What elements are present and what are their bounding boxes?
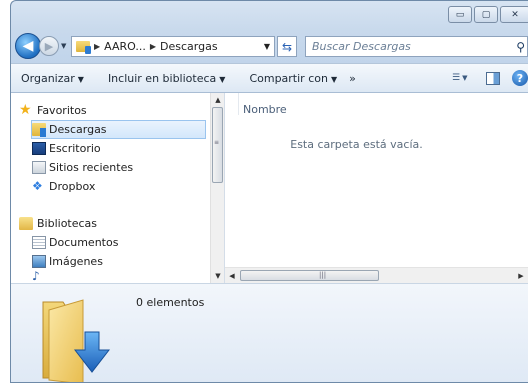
search-input[interactable]: Buscar Descargas ⚲ — [305, 36, 528, 57]
chevron-right-icon[interactable]: ▶ — [150, 42, 156, 51]
libraries-icon — [19, 217, 33, 230]
documents-icon — [32, 236, 46, 249]
nav-item-sitios-recientes[interactable]: Sitios recientes — [11, 158, 211, 177]
downloads-folder-icon — [42, 299, 111, 382]
h-scroll-thumb[interactable]: ||| — [240, 270, 379, 281]
nav-item-imagenes[interactable]: Imágenes — [11, 252, 211, 271]
include-in-library-menu[interactable]: Incluir en biblioteca ▼ — [98, 72, 226, 85]
column-header-name[interactable]: Nombre — [243, 103, 287, 116]
details-pane: 0 elementos — [11, 283, 528, 382]
chevron-down-icon: ▼ — [462, 74, 468, 82]
include-in-library-label: Incluir en biblioteca — [107, 71, 217, 85]
address-bar[interactable]: ▶ AARO... ▶ Descargas ▼ — [71, 36, 275, 57]
chevron-down-icon: ▼ — [330, 74, 338, 84]
music-icon: ♪ — [32, 271, 40, 281]
breadcrumb-current[interactable]: Descargas — [160, 40, 218, 53]
nav-item-label: Dropbox — [49, 180, 96, 193]
back-button[interactable]: ◀ — [15, 33, 41, 59]
forward-button[interactable]: ▶ — [39, 36, 59, 56]
chevron-down-icon[interactable]: ▼ — [260, 42, 274, 51]
nav-item-label: Documentos — [49, 236, 119, 249]
chevron-right-icon[interactable]: ▶ — [94, 42, 100, 51]
nav-item-label: Descargas — [49, 123, 107, 136]
view-controls: ☰ ▼ ? — [452, 70, 528, 86]
navigation-tree: ★ Favoritos Descargas Escritorio Sitios … — [11, 101, 211, 281]
maximize-button[interactable]: ▢ — [474, 6, 498, 23]
scroll-down-arrow-icon[interactable]: ▼ — [211, 269, 225, 283]
preview-pane-icon[interactable] — [486, 71, 500, 85]
arrow-left-icon: ◀ — [22, 38, 34, 54]
nav-item-label: Escritorio — [49, 142, 101, 155]
scroll-left-arrow-icon[interactable]: ◀ — [225, 268, 239, 284]
desktop-icon — [32, 142, 46, 155]
star-icon: ★ — [19, 102, 32, 118]
organize-menu[interactable]: Organizar ▼ — [11, 72, 84, 85]
breadcrumb-user[interactable]: AARO... — [104, 40, 146, 53]
recent-places-icon — [32, 161, 46, 174]
navigation-pane: ★ Favoritos Descargas Escritorio Sitios … — [11, 93, 225, 283]
nav-favorites[interactable]: ★ Favoritos — [11, 101, 211, 120]
caption-buttons: ▭ ▢ ✕ — [448, 6, 528, 23]
dropbox-icon: ❖ — [32, 179, 43, 193]
nav-item-label: Imágenes — [49, 255, 103, 268]
explorer-window: ▭ ▢ ✕ ◀ ▶ ▼ ▶ AARO... ▶ Descargas ▼ ⇆ Bu… — [10, 0, 528, 383]
scroll-grip-icon: ≡ — [214, 139, 220, 146]
scroll-right-arrow-icon[interactable]: ▶ — [514, 268, 528, 284]
arrow-right-icon: ▶ — [44, 39, 54, 53]
nav-libraries[interactable]: Bibliotecas — [11, 214, 211, 233]
chevron-down-icon: ▼ — [219, 74, 226, 84]
nav-item-documentos[interactable]: Documentos — [11, 233, 211, 252]
empty-folder-message: Esta carpeta está vacía. — [290, 138, 423, 151]
search-placeholder: Buscar Descargas — [312, 40, 411, 53]
nav-item-dropbox[interactable]: ❖ Dropbox — [11, 177, 211, 196]
nav-item-label: Sitios recientes — [49, 161, 134, 174]
nav-favorites-label: Favoritos — [37, 104, 87, 117]
chevron-down-icon: ▼ — [77, 74, 84, 84]
downloads-folder-icon — [32, 123, 46, 137]
scroll-up-arrow-icon[interactable]: ▲ — [211, 93, 225, 107]
pictures-icon — [32, 255, 46, 268]
close-button[interactable]: ✕ — [500, 6, 528, 23]
nav-item-partial[interactable]: ♪ — [11, 271, 211, 281]
view-list-icon: ☰ — [452, 73, 461, 83]
scroll-grip-icon: ||| — [319, 271, 327, 279]
change-view-button[interactable]: ☰ ▼ — [452, 70, 474, 86]
command-bar: Organizar ▼ Incluir en biblioteca ▼ Compar… — [11, 63, 528, 93]
nav-item-descargas[interactable]: Descargas — [31, 120, 206, 139]
nav-libraries-label: Bibliotecas — [37, 217, 98, 230]
downloads-folder-icon — [76, 41, 91, 54]
nav-item-escritorio[interactable]: Escritorio — [11, 139, 211, 158]
minimize-button[interactable]: ▭ — [448, 6, 472, 23]
help-icon[interactable]: ? — [512, 70, 528, 86]
share-with-menu[interactable]: Compartir con ▼ — [239, 72, 337, 85]
recent-pages-dropdown[interactable]: ▼ — [61, 42, 66, 50]
nav-scrollbar[interactable]: ▲ ≡ ▼ — [210, 93, 224, 283]
share-with-label: Compartir con — [249, 71, 328, 85]
more-commands-button[interactable]: » — [349, 72, 356, 85]
organize-label: Organizar — [21, 71, 75, 85]
file-list[interactable]: Nombre Esta carpeta está vacía. ◀ ||| ▶ — [225, 93, 528, 283]
address-row: ◀ ▶ ▼ ▶ AARO... ▶ Descargas ▼ ⇆ Buscar D… — [11, 33, 528, 63]
item-count: 0 elementos — [136, 296, 205, 309]
refresh-button[interactable]: ⇆ — [277, 36, 297, 57]
horizontal-scrollbar[interactable]: ◀ ||| ▶ — [225, 267, 528, 283]
refresh-icon: ⇆ — [281, 39, 293, 54]
column-divider — [238, 93, 239, 115]
search-icon[interactable]: ⚲ — [516, 40, 525, 54]
